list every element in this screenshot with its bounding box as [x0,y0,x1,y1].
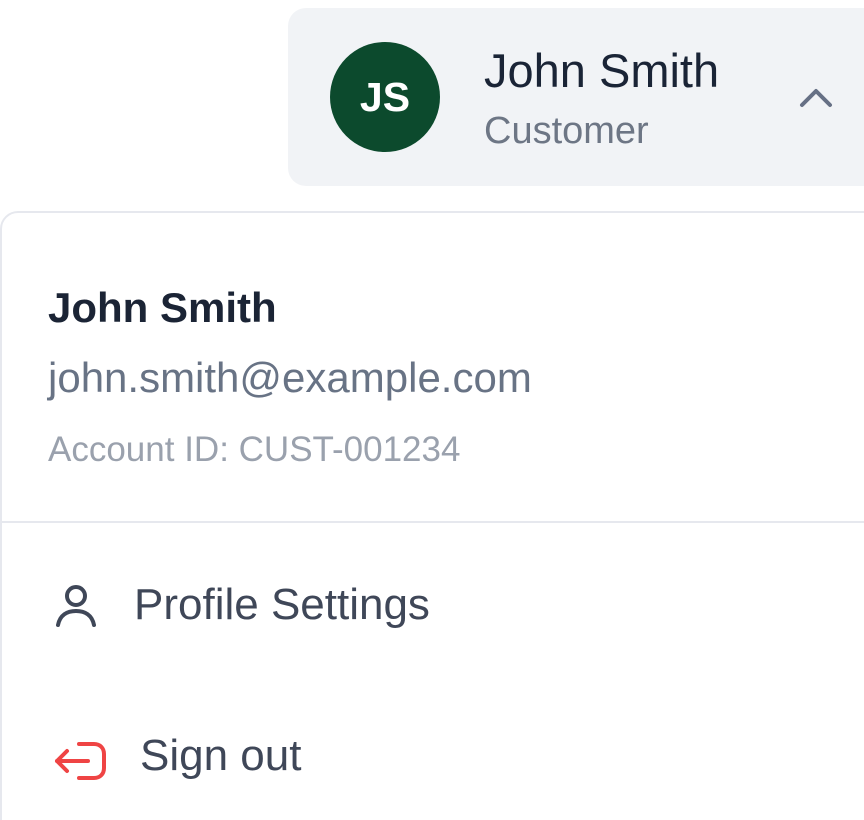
sign-out-menu-item[interactable]: Sign out [2,702,864,814]
account-menu-trigger[interactable]: JS John Smith Customer [288,8,864,186]
menu-user-email: john.smith@example.com [48,354,532,401]
profile-settings-label: Profile Settings [134,580,430,629]
chevron-up-icon [800,89,832,107]
menu-user-name: John Smith [48,284,277,331]
avatar-initials: JS [359,73,411,120]
avatar: JS [330,42,440,152]
account-summary: John Smith john.smith@example.com Accoun… [2,213,864,523]
trigger-user-name: John Smith [484,44,720,97]
sign-out-icon [55,742,106,780]
account-id: Account ID: CUST-001234 [48,430,461,469]
profile-settings-menu-item[interactable]: Profile Settings [2,551,864,663]
user-account-page: JS John Smith Customer John Smith john.s… [0,0,864,820]
account-dropdown-menu: John Smith john.smith@example.com Accoun… [0,211,864,820]
trigger-user-role: Customer [484,110,649,152]
sign-out-label: Sign out [140,731,302,780]
user-icon [56,585,96,627]
